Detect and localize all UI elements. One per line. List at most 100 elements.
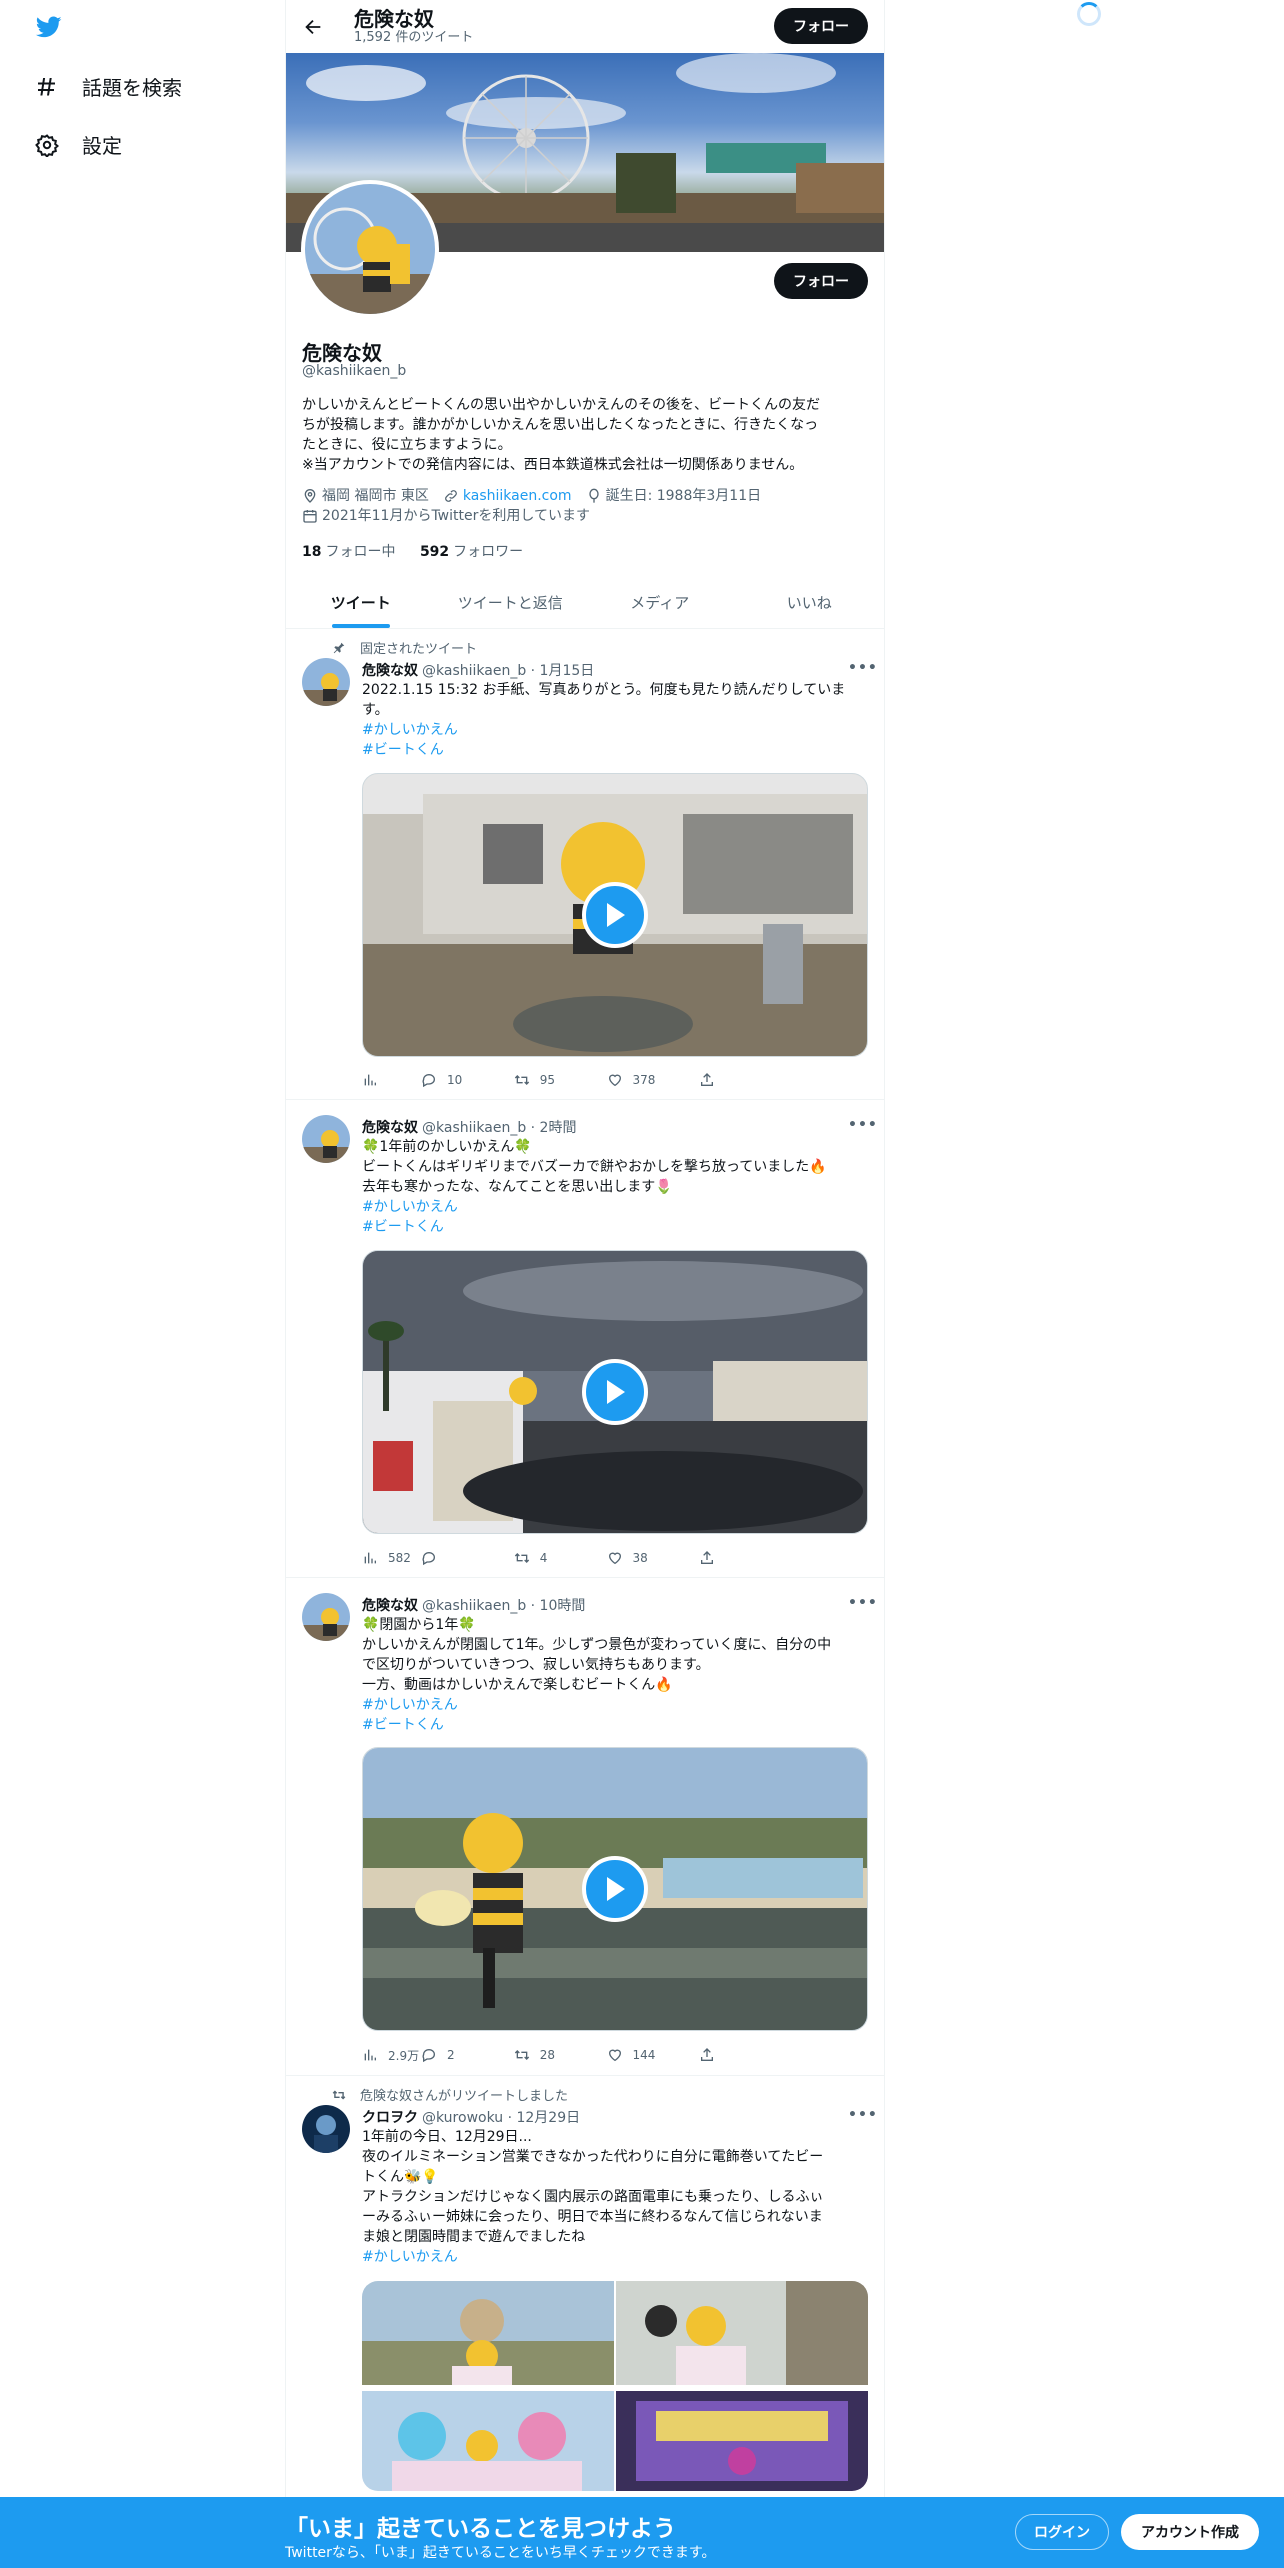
more-icon[interactable]: ••• bbox=[848, 660, 877, 676]
share-button[interactable] bbox=[699, 1070, 792, 1090]
header-follow-button[interactable]: フォロー bbox=[774, 8, 868, 44]
nav-settings[interactable]: 設定 bbox=[34, 130, 122, 159]
retweet-icon bbox=[514, 1075, 529, 1085]
tweet[interactable]: 危険な奴 @kashiikaen_b · 10時間 ••• 🍀閉園から1年🍀 か… bbox=[286, 1579, 884, 2076]
tweet-video[interactable] bbox=[362, 1250, 868, 1534]
tweet-handle-time[interactable]: @kashiikaen_b · 1月15日 bbox=[422, 660, 594, 680]
nav-explore[interactable]: 話題を検索 bbox=[34, 72, 182, 101]
like-button[interactable]: 38 bbox=[607, 1548, 700, 1568]
play-icon[interactable] bbox=[582, 1359, 648, 1425]
share-button[interactable] bbox=[699, 1548, 792, 1568]
views-chart-icon bbox=[364, 1074, 376, 1086]
back-arrow-icon[interactable] bbox=[302, 16, 324, 38]
tweet-line: 夜のイルミネーション営業できなかった代わりに自分に電飾巻いてたビー bbox=[362, 2149, 824, 2165]
reply-button[interactable] bbox=[421, 1548, 514, 1568]
twitter-logo-icon[interactable] bbox=[34, 14, 64, 40]
hashtag-link[interactable]: #かしいかえん bbox=[362, 720, 870, 740]
tweet[interactable]: 固定されたツイート 危険な奴 @kashiikaen_b · 1月15日 •••… bbox=[286, 630, 884, 1100]
tweet-handle-time[interactable]: @kashiikaen_b · 10時間 bbox=[422, 1595, 585, 1615]
tweet[interactable]: 危険な奴さんがリツイートしました クロヲク @kurowoku · 12月29日… bbox=[286, 2077, 884, 2497]
tweet-photo[interactable] bbox=[362, 2281, 614, 2389]
profile-joined: 2021年11月からTwitterを利用しています bbox=[302, 506, 590, 526]
reply-button[interactable]: 2 bbox=[421, 2045, 514, 2065]
tweet-text: 🍀1年前のかしいかえん🍀 ビートくんはギリギリまでバズーカで餅やおかしを撃ち放っ… bbox=[362, 1137, 870, 1237]
profile-avatar[interactable] bbox=[301, 180, 439, 318]
tweet-text: 2022.1.15 15:32 お手紙、写真ありがとう。何度も見たり読んだりして… bbox=[362, 680, 870, 760]
tweet-line: 一方、動画はかしいかえんで楽しむビートくん🔥 bbox=[362, 1677, 673, 1693]
tweet-author-name[interactable]: 危険な奴 bbox=[362, 1595, 418, 1615]
hashtag-link[interactable]: #かしいかえん bbox=[362, 1197, 870, 1217]
pin-icon bbox=[333, 642, 345, 653]
more-icon[interactable]: ••• bbox=[848, 1595, 877, 1611]
hashtag-link[interactable]: #ビートくん bbox=[362, 740, 870, 760]
tweet[interactable]: 危険な奴 @kashiikaen_b · 2時間 ••• 🍀1年前のかしいかえん… bbox=[286, 1101, 884, 1578]
more-icon[interactable]: ••• bbox=[848, 2107, 877, 2123]
following-link[interactable]: 18 フォロー中 bbox=[302, 544, 395, 560]
retweet-count: 4 bbox=[539, 1551, 548, 1565]
location-text: 福岡 福岡市 東区 bbox=[322, 488, 429, 504]
retweet-button[interactable]: 4 bbox=[514, 1548, 607, 1568]
tab-tweets[interactable]: ツイート bbox=[286, 576, 436, 628]
profile-header-bar: 危険な奴 1,592 件のツイート フォロー bbox=[286, 0, 884, 53]
views-button[interactable]: 582 bbox=[362, 1548, 421, 1568]
share-button[interactable] bbox=[699, 2045, 792, 2065]
play-icon[interactable] bbox=[582, 1856, 648, 1922]
login-button[interactable]: ログイン bbox=[1015, 2514, 1109, 2550]
signup-button[interactable]: アカウント作成 bbox=[1121, 2514, 1259, 2550]
profile-tabs: ツイート ツイートと返信 メディア いいね bbox=[286, 576, 884, 629]
tweet-line: 去年も寒かったな、なんてことを思い出します🌷 bbox=[362, 1179, 673, 1195]
tab-likes[interactable]: いいね bbox=[735, 576, 885, 628]
tweet-header: 危険な奴 @kashiikaen_b · 1月15日 bbox=[362, 660, 594, 680]
retweet-icon bbox=[514, 1553, 529, 1563]
hashtag-link[interactable]: #かしいかえん bbox=[362, 2247, 870, 2267]
birthday-text: 誕生日: 1988年3月11日 bbox=[605, 488, 762, 504]
tweet-photo[interactable] bbox=[616, 2391, 868, 2491]
tweet-avatar[interactable] bbox=[302, 1115, 350, 1163]
tweet-line: ビートくんはギリギリまでバズーカで餅やおかしを撃ち放っていました🔥 bbox=[362, 1159, 827, 1175]
tweet-handle-time[interactable]: @kurowoku · 12月29日 bbox=[422, 2107, 580, 2127]
retweet-icon bbox=[514, 2050, 529, 2060]
like-button[interactable]: 144 bbox=[607, 2045, 700, 2065]
tweet-handle-time[interactable]: @kashiikaen_b · 2時間 bbox=[422, 1117, 576, 1137]
tweet-video[interactable] bbox=[362, 773, 868, 1057]
tweet-line: 🍀閉園から1年🍀 bbox=[362, 1617, 476, 1633]
profile-follow-button[interactable]: フォロー bbox=[774, 263, 868, 299]
reply-button[interactable]: 10 bbox=[421, 1070, 514, 1090]
tweet-author-name[interactable]: 危険な奴 bbox=[362, 660, 418, 680]
share-icon bbox=[701, 1551, 714, 1564]
tweet-video[interactable] bbox=[362, 1747, 868, 2031]
profile-website[interactable]: kashiikaen.com bbox=[443, 486, 572, 506]
retweet-button[interactable]: 95 bbox=[514, 1070, 607, 1090]
hashtag-link[interactable]: #ビートくん bbox=[362, 1217, 870, 1237]
tweet-line: で区切りがついていきつつ、寂しい気持ちもあります。 bbox=[362, 1657, 710, 1673]
tweet-avatar[interactable] bbox=[302, 658, 350, 706]
tweet-avatar[interactable] bbox=[302, 2105, 350, 2153]
tab-media[interactable]: メディア bbox=[585, 576, 735, 628]
tweet-photo[interactable] bbox=[616, 2281, 868, 2389]
following-label: フォロー中 bbox=[325, 544, 396, 560]
calendar-icon bbox=[303, 510, 317, 523]
tweet-avatar[interactable] bbox=[302, 1593, 350, 1641]
tweet-photo[interactable] bbox=[362, 2391, 614, 2491]
more-icon[interactable]: ••• bbox=[848, 1117, 877, 1133]
views-button[interactable]: 2.9万 bbox=[362, 2045, 421, 2065]
website-link[interactable]: kashiikaen.com bbox=[463, 486, 572, 506]
tweet-header: 危険な奴 @kashiikaen_b · 10時間 bbox=[362, 1595, 585, 1615]
bio-line: たときに、役に立ちますように。 bbox=[302, 437, 512, 453]
tab-tweets-and-replies[interactable]: ツイートと返信 bbox=[436, 576, 586, 628]
profile-bio: かしいかえんとビートくんの思い出やかしいかえんのその後を、ビートくんの友だ ちが… bbox=[302, 395, 872, 475]
hashtag-link[interactable]: #ビートくん bbox=[362, 1715, 870, 1735]
followers-link[interactable]: 592 フォロワー bbox=[420, 544, 523, 560]
tweet-line: アトラクションだけじゃなく園内展示の路面電車にも乗ったり、しるふぃ bbox=[362, 2189, 824, 2205]
profile-location: 福岡 福岡市 東区 bbox=[302, 486, 429, 506]
signup-banner-title: 「いま」起きていることを見つけよう bbox=[285, 2516, 676, 2542]
tweet-actions: 10 95 378 bbox=[362, 1070, 792, 1090]
like-button[interactable]: 378 bbox=[607, 1070, 700, 1090]
tweet-author-name[interactable]: クロヲク bbox=[362, 2107, 418, 2127]
share-icon bbox=[701, 2048, 714, 2061]
views-button[interactable] bbox=[362, 1070, 421, 1090]
hashtag-link[interactable]: #かしいかえん bbox=[362, 1695, 870, 1715]
tweet-author-name[interactable]: 危険な奴 bbox=[362, 1117, 418, 1137]
retweet-button[interactable]: 28 bbox=[514, 2045, 607, 2065]
play-icon[interactable] bbox=[582, 882, 648, 948]
